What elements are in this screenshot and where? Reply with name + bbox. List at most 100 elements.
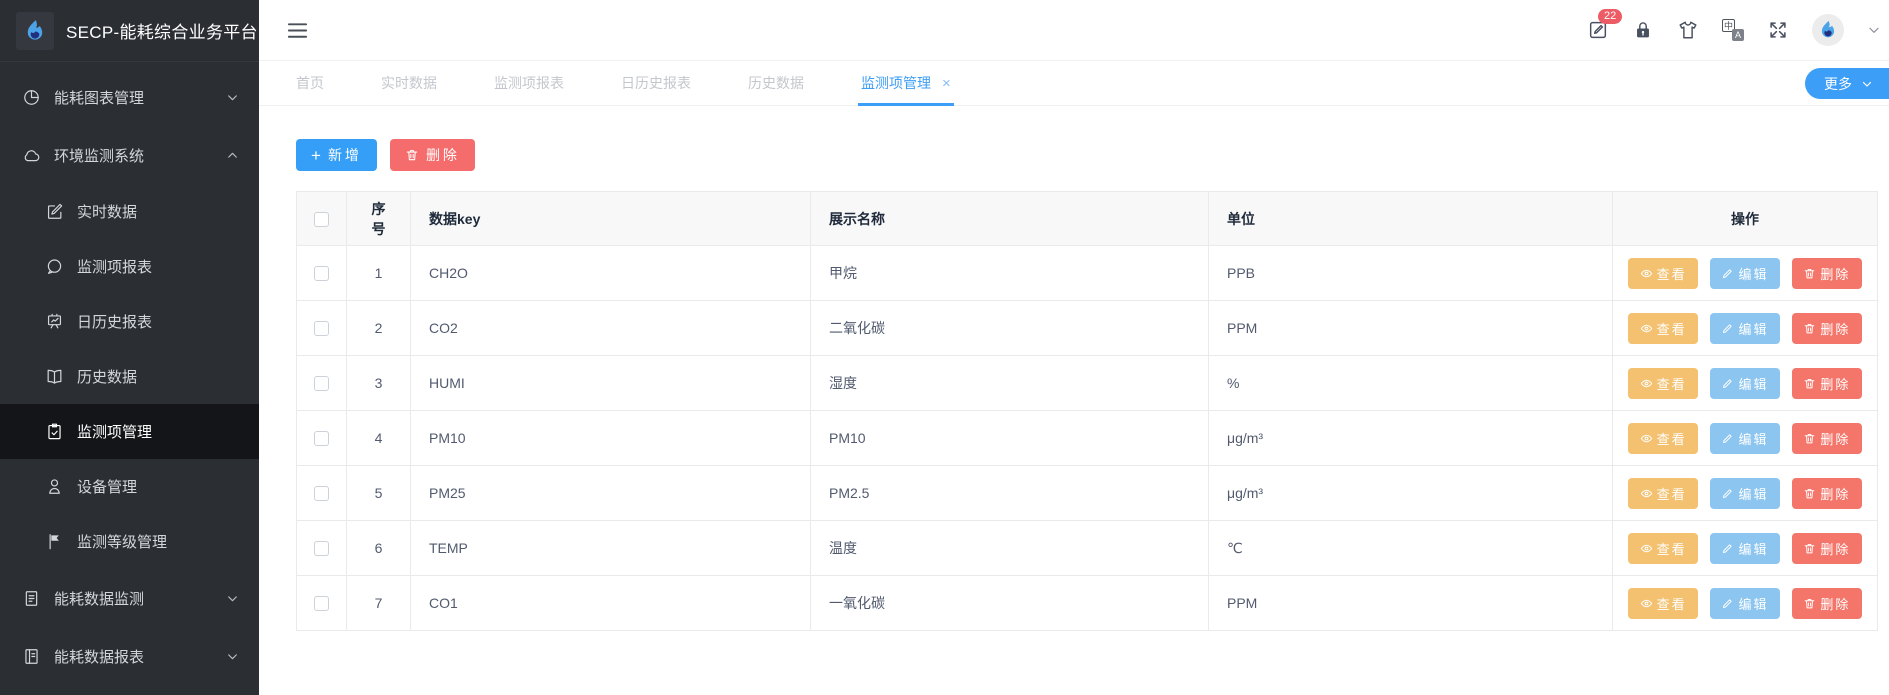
- cell-data-key: CO2: [411, 301, 811, 356]
- sidebar-item-energy-data-report[interactable]: 能耗数据报表: [0, 627, 259, 685]
- cell-data-key: HUMI: [411, 356, 811, 411]
- hamburger-menu-icon[interactable]: [286, 19, 309, 42]
- tab-history-data[interactable]: 历史数据: [748, 61, 804, 105]
- translate-icon[interactable]: 中 A: [1722, 19, 1744, 41]
- edit-button-label: 编辑: [1738, 319, 1768, 338]
- pencil-icon: [1721, 542, 1734, 555]
- row-delete-button[interactable]: 删除: [1792, 258, 1862, 289]
- edit-button-label: 编辑: [1738, 264, 1768, 283]
- sidebar-item-realtime-data[interactable]: 实时数据: [0, 184, 259, 239]
- cell-no: 4: [347, 411, 411, 466]
- edit-button[interactable]: 编辑: [1710, 588, 1780, 619]
- view-button[interactable]: 查看: [1628, 478, 1698, 509]
- edit-button-label: 编辑: [1738, 429, 1768, 448]
- cell-data-key: PM25: [411, 466, 811, 521]
- select-all-checkbox[interactable]: [314, 212, 329, 227]
- open-tabs: 首页 实时数据 监测项报表 日历史报表 历史数据 监测项管理 ×: [296, 61, 951, 105]
- row-checkbox[interactable]: [314, 431, 329, 446]
- flag-icon: [45, 532, 64, 551]
- clipboard-check-icon: [45, 422, 64, 441]
- lock-icon[interactable]: [1632, 19, 1654, 41]
- sidebar-item-label: 环境监测系统: [54, 145, 144, 166]
- more-button[interactable]: 更多: [1805, 68, 1889, 99]
- book-icon: [45, 367, 64, 386]
- notebook-pen-icon[interactable]: 22: [1587, 19, 1609, 41]
- tab-daily-history-report[interactable]: 日历史报表: [621, 61, 691, 105]
- edit-button[interactable]: 编辑: [1710, 533, 1780, 564]
- sidebar-item-energy-data-monitor[interactable]: 能耗数据监测: [0, 569, 259, 627]
- row-checkbox[interactable]: [314, 541, 329, 556]
- view-button[interactable]: 查看: [1628, 533, 1698, 564]
- sidebar-item-monitor-level-mgmt[interactable]: 监测等级管理: [0, 514, 259, 569]
- row-delete-button[interactable]: 删除: [1792, 313, 1862, 344]
- pencil-icon: [1721, 597, 1734, 610]
- tab-home[interactable]: 首页: [296, 61, 324, 105]
- theme-tshirt-icon[interactable]: [1677, 19, 1699, 41]
- row-delete-button-label: 删除: [1820, 594, 1850, 613]
- view-button-label: 查看: [1657, 319, 1687, 338]
- cell-no: 6: [347, 521, 411, 576]
- sidebar-item-env-monitor-system[interactable]: 环境监测系统: [0, 126, 259, 184]
- edit-button[interactable]: 编辑: [1710, 368, 1780, 399]
- translate-en-glyph: A: [1732, 29, 1744, 41]
- view-button-label: 查看: [1657, 264, 1687, 283]
- cell-display-name: 温度: [811, 521, 1209, 576]
- row-checkbox[interactable]: [314, 321, 329, 336]
- avatar[interactable]: [1812, 14, 1844, 46]
- edit-button[interactable]: 编辑: [1710, 478, 1780, 509]
- row-delete-button[interactable]: 删除: [1792, 588, 1862, 619]
- cell-data-key: PM10: [411, 411, 811, 466]
- sidebar-item-device-mgmt[interactable]: 设备管理: [0, 459, 259, 514]
- table-row: 3 HUMI 湿度 % 查看 编辑 删除: [297, 356, 1878, 411]
- edit-button-label: 编辑: [1738, 374, 1768, 393]
- sidebar-item-monitor-item-mgmt[interactable]: 监测项管理: [0, 404, 259, 459]
- sidebar-item-monitor-item-report[interactable]: 监测项报表: [0, 239, 259, 294]
- chevron-down-icon[interactable]: [1867, 23, 1881, 37]
- cell-display-name: 甲烷: [811, 246, 1209, 301]
- cell-unit: PPB: [1209, 246, 1613, 301]
- view-button[interactable]: 查看: [1628, 258, 1698, 289]
- chat-bubble-icon: [45, 257, 64, 276]
- table-row: 4 PM10 PM10 μg/m³ 查看 编辑 删除: [297, 411, 1878, 466]
- row-delete-button[interactable]: 删除: [1792, 423, 1862, 454]
- edit-button[interactable]: 编辑: [1710, 258, 1780, 289]
- trash-icon: [1803, 377, 1816, 390]
- row-checkbox[interactable]: [314, 266, 329, 281]
- row-checkbox[interactable]: [314, 376, 329, 391]
- trash-icon: [1803, 432, 1816, 445]
- cell-data-key: CO1: [411, 576, 811, 631]
- trash-icon: [1803, 542, 1816, 555]
- view-button[interactable]: 查看: [1628, 588, 1698, 619]
- logo[interactable]: SECP-能耗综合业务平台: [0, 0, 259, 62]
- tab-monitor-item-mgmt[interactable]: 监测项管理 ×: [861, 61, 951, 105]
- add-button[interactable]: + 新增: [296, 139, 377, 171]
- row-checkbox[interactable]: [314, 596, 329, 611]
- row-delete-button[interactable]: 删除: [1792, 368, 1862, 399]
- row-delete-button[interactable]: 删除: [1792, 533, 1862, 564]
- row-delete-button[interactable]: 删除: [1792, 478, 1862, 509]
- app-root: SECP-能耗综合业务平台 能耗图表管理 环境监测系统: [0, 0, 1889, 695]
- cell-unit: PPM: [1209, 301, 1613, 356]
- delete-button[interactable]: 删除: [390, 139, 475, 171]
- table-row: 7 CO1 一氧化碳 PPM 查看 编辑 删除: [297, 576, 1878, 631]
- column-header-data-key: 数据key: [411, 192, 811, 246]
- tab-monitor-item-report[interactable]: 监测项报表: [494, 61, 564, 105]
- eye-icon: [1640, 597, 1653, 610]
- fullscreen-icon[interactable]: [1767, 19, 1789, 41]
- row-checkbox[interactable]: [314, 486, 329, 501]
- table-row: 1 CH2O 甲烷 PPB 查看 编辑 删除: [297, 246, 1878, 301]
- tab-realtime-data[interactable]: 实时数据: [381, 61, 437, 105]
- sidebar-item-history-data[interactable]: 历史数据: [0, 349, 259, 404]
- view-button[interactable]: 查看: [1628, 368, 1698, 399]
- view-button[interactable]: 查看: [1628, 313, 1698, 344]
- cell-display-name: PM10: [811, 411, 1209, 466]
- sidebar-item-label: 能耗数据监测: [54, 588, 144, 609]
- view-button[interactable]: 查看: [1628, 423, 1698, 454]
- table-body: 1 CH2O 甲烷 PPB 查看 编辑 删除 2 CO2 二氧化碳 PPM: [297, 246, 1878, 631]
- sidebar-item-energy-charts[interactable]: 能耗图表管理: [0, 68, 259, 126]
- close-icon[interactable]: ×: [942, 76, 951, 91]
- sidebar-item-daily-history-report[interactable]: 日历史报表: [0, 294, 259, 349]
- edit-button[interactable]: 编辑: [1710, 313, 1780, 344]
- edit-button[interactable]: 编辑: [1710, 423, 1780, 454]
- cell-no: 1: [347, 246, 411, 301]
